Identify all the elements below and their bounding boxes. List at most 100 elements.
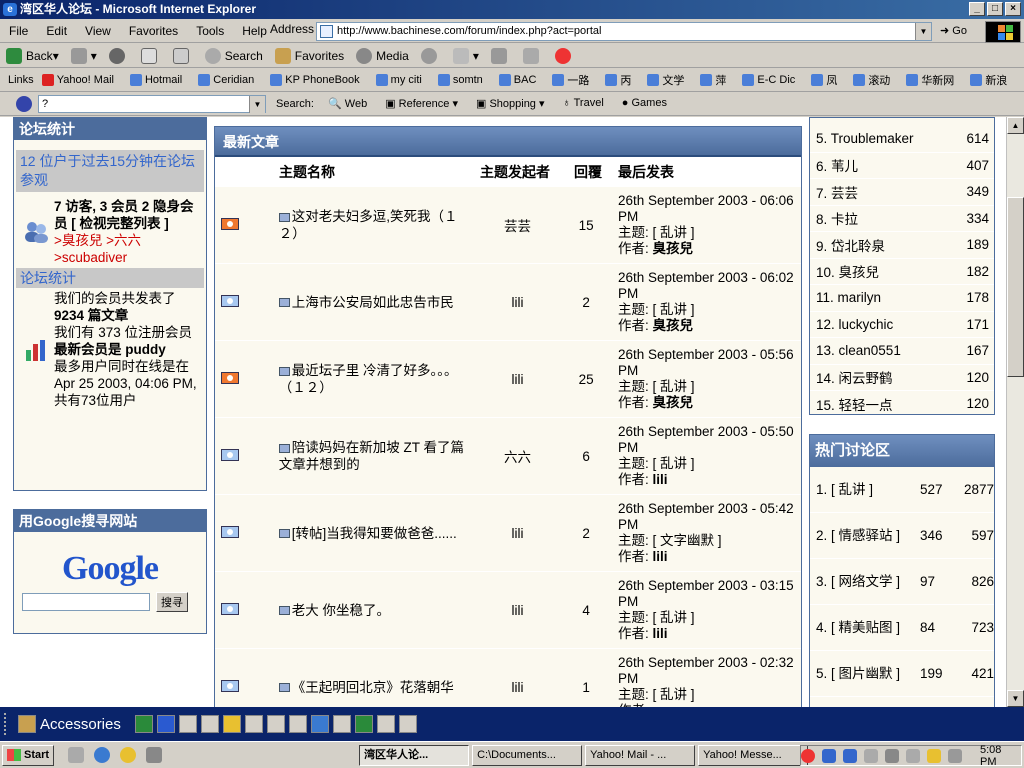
excel-icon[interactable] bbox=[134, 715, 153, 733]
last-post-author[interactable]: lili bbox=[653, 626, 668, 641]
last-post-author[interactable]: lili bbox=[653, 549, 668, 564]
volume-icon[interactable] bbox=[885, 748, 899, 763]
task-yahoo-mail[interactable]: Yahoo! Mail - ... bbox=[585, 744, 696, 766]
link-xinlang[interactable]: 新浪 bbox=[970, 72, 1015, 88]
menu-edit[interactable]: Edit bbox=[37, 24, 76, 38]
scroll-down-icon[interactable]: ▼ bbox=[1007, 690, 1024, 707]
poster-name[interactable]: 7. 芸芸 bbox=[816, 182, 858, 202]
search-games[interactable]: ● Games bbox=[622, 97, 667, 110]
last-post-forum[interactable]: 主题: [ 乱讲 ] bbox=[618, 225, 801, 241]
app-icon[interactable] bbox=[200, 715, 219, 733]
poster-name[interactable]: 5. Troublemaker bbox=[816, 131, 914, 146]
last-post-author[interactable]: 臭孩兒 bbox=[653, 395, 694, 410]
app-icon[interactable] bbox=[178, 715, 197, 733]
last-post-author[interactable]: 臭孩兒 bbox=[653, 241, 694, 256]
poster-name[interactable]: 11. marilyn bbox=[816, 290, 881, 305]
start-button[interactable]: Start bbox=[2, 744, 55, 766]
search-shopping[interactable]: ▣ Shopping ▾ bbox=[476, 97, 545, 110]
link-bing[interactable]: 丙 bbox=[605, 72, 639, 88]
last-post-author[interactable]: lili bbox=[653, 472, 668, 487]
forum-name[interactable]: 1. [ 乱讲 ] bbox=[816, 481, 920, 498]
google-search-input[interactable] bbox=[22, 593, 150, 611]
link-yilu[interactable]: 一路 bbox=[552, 72, 597, 88]
topic-starter[interactable]: lili bbox=[479, 680, 557, 695]
poster-name[interactable]: 12. luckychic bbox=[816, 317, 893, 332]
messenger-icon[interactable] bbox=[120, 747, 137, 763]
app-icon[interactable] bbox=[288, 715, 307, 733]
google-search-button[interactable]: 搜寻 bbox=[156, 592, 188, 612]
search-travel[interactable]: ♁ Travel bbox=[563, 97, 604, 110]
menu-file[interactable]: File bbox=[0, 24, 37, 38]
forum-name[interactable]: 4. [ 精美贴图 ] bbox=[816, 619, 920, 636]
tray-icon[interactable] bbox=[948, 748, 962, 763]
link-yahoo-mail[interactable]: Yahoo! Mail bbox=[41, 73, 122, 86]
ie-icon[interactable] bbox=[94, 747, 111, 763]
tray-icon[interactable] bbox=[822, 748, 836, 763]
menu-view[interactable]: View bbox=[76, 24, 120, 38]
home-button[interactable] bbox=[172, 47, 193, 64]
task-bachinese[interactable]: 湾区华人论... bbox=[359, 744, 470, 766]
link-ceridian[interactable]: Ceridian bbox=[198, 73, 262, 86]
back-button[interactable]: Back ▾ bbox=[6, 47, 59, 64]
poster-name[interactable]: 15. 轻轻一点 bbox=[816, 394, 893, 414]
forum-name[interactable]: 3. [ 网络文学 ] bbox=[816, 573, 920, 590]
topic-starter[interactable]: 六六 bbox=[479, 446, 557, 466]
ie-icon[interactable] bbox=[310, 715, 329, 733]
link-hotmail[interactable]: Hotmail bbox=[129, 73, 190, 86]
poster-name[interactable]: 13. clean0551 bbox=[816, 343, 901, 358]
poster-name[interactable]: 8. 卡拉 bbox=[816, 208, 858, 228]
vertical-scrollbar[interactable]: ▲ ▼ bbox=[1006, 117, 1024, 707]
forum-name[interactable]: 2. [ 情感驿站 ] bbox=[816, 527, 920, 544]
folder-icon[interactable] bbox=[18, 715, 36, 733]
show-desktop-icon[interactable] bbox=[68, 747, 85, 763]
link-bac[interactable]: BAC bbox=[498, 73, 545, 86]
last-post-forum[interactable]: 主题: [ 文字幽默 ] bbox=[618, 533, 801, 549]
poster-name[interactable]: 10. 臭孩兒 bbox=[816, 261, 879, 281]
topic-starter[interactable]: lili bbox=[479, 295, 557, 310]
app-icon[interactable] bbox=[332, 715, 351, 733]
favorites-button[interactable]: Favorites bbox=[274, 47, 344, 64]
task-yahoo-messenger[interactable]: Yahoo! Messe... bbox=[698, 744, 809, 766]
forward-button[interactable]: ▾ bbox=[70, 47, 97, 64]
go-button[interactable]: ➜ Go bbox=[940, 22, 980, 41]
link-feng[interactable]: 凤 bbox=[811, 72, 845, 88]
topic-starter[interactable]: lili bbox=[479, 372, 557, 387]
topic-link[interactable]: 这对老夫妇多逗,笑死我（１２） bbox=[278, 208, 479, 242]
minimize-button[interactable]: _ bbox=[969, 2, 985, 16]
poster-name[interactable]: 6. 苇儿 bbox=[816, 155, 858, 175]
app-icon[interactable] bbox=[266, 715, 285, 733]
online-member-link[interactable]: >scubadiver bbox=[54, 249, 202, 266]
link-huaxinwang[interactable]: 华新网 bbox=[906, 72, 962, 88]
media-button[interactable]: Media bbox=[356, 47, 409, 64]
link-gundong[interactable]: 滚动 bbox=[853, 72, 898, 88]
last-post-forum[interactable]: 主题: [ 乱讲 ] bbox=[618, 687, 801, 703]
edit-button[interactable] bbox=[522, 47, 543, 64]
link-my-citi[interactable]: my citi bbox=[375, 73, 430, 86]
online-member-link[interactable]: >六六 bbox=[106, 233, 141, 248]
search-dropdown-icon[interactable]: ▼ bbox=[249, 96, 265, 113]
search-button[interactable]: Search bbox=[204, 47, 263, 64]
word-icon[interactable] bbox=[156, 715, 175, 733]
link-wenxue[interactable]: 文学 bbox=[647, 72, 692, 88]
tray-icon[interactable] bbox=[927, 748, 941, 763]
menu-favorites[interactable]: Favorites bbox=[120, 24, 187, 38]
link-ec-dic[interactable]: E-C Dic bbox=[742, 73, 803, 86]
last-post-author[interactable]: 臭孩兒 bbox=[653, 318, 694, 333]
address-input[interactable]: http://www.bachinese.com/forum/index.php… bbox=[316, 22, 932, 41]
messenger-button[interactable] bbox=[554, 47, 575, 64]
link-ping[interactable]: 萍 bbox=[700, 72, 734, 88]
search-web[interactable]: 🔍 Web bbox=[328, 97, 367, 110]
poster-name[interactable]: 9. 岱北聆泉 bbox=[816, 235, 885, 255]
app-icon[interactable] bbox=[398, 715, 417, 733]
topic-starter[interactable]: lili bbox=[479, 603, 557, 618]
mail-button[interactable]: ▾ bbox=[452, 47, 479, 64]
yahoo-search-input[interactable]: ? ▼ bbox=[38, 95, 266, 113]
topic-starter[interactable]: lili bbox=[479, 526, 557, 541]
close-button[interactable]: × bbox=[1005, 2, 1021, 16]
app-icon[interactable] bbox=[354, 715, 373, 733]
topic-link[interactable]: 上海市公安局如此忠告市民 bbox=[278, 294, 479, 311]
link-somtn[interactable]: somtn bbox=[437, 73, 491, 86]
topic-link[interactable]: 陪读妈妈在新加坡 ZT 看了篇文章并想到的 bbox=[278, 439, 479, 473]
print-button[interactable] bbox=[490, 47, 511, 64]
refresh-button[interactable] bbox=[140, 47, 161, 64]
